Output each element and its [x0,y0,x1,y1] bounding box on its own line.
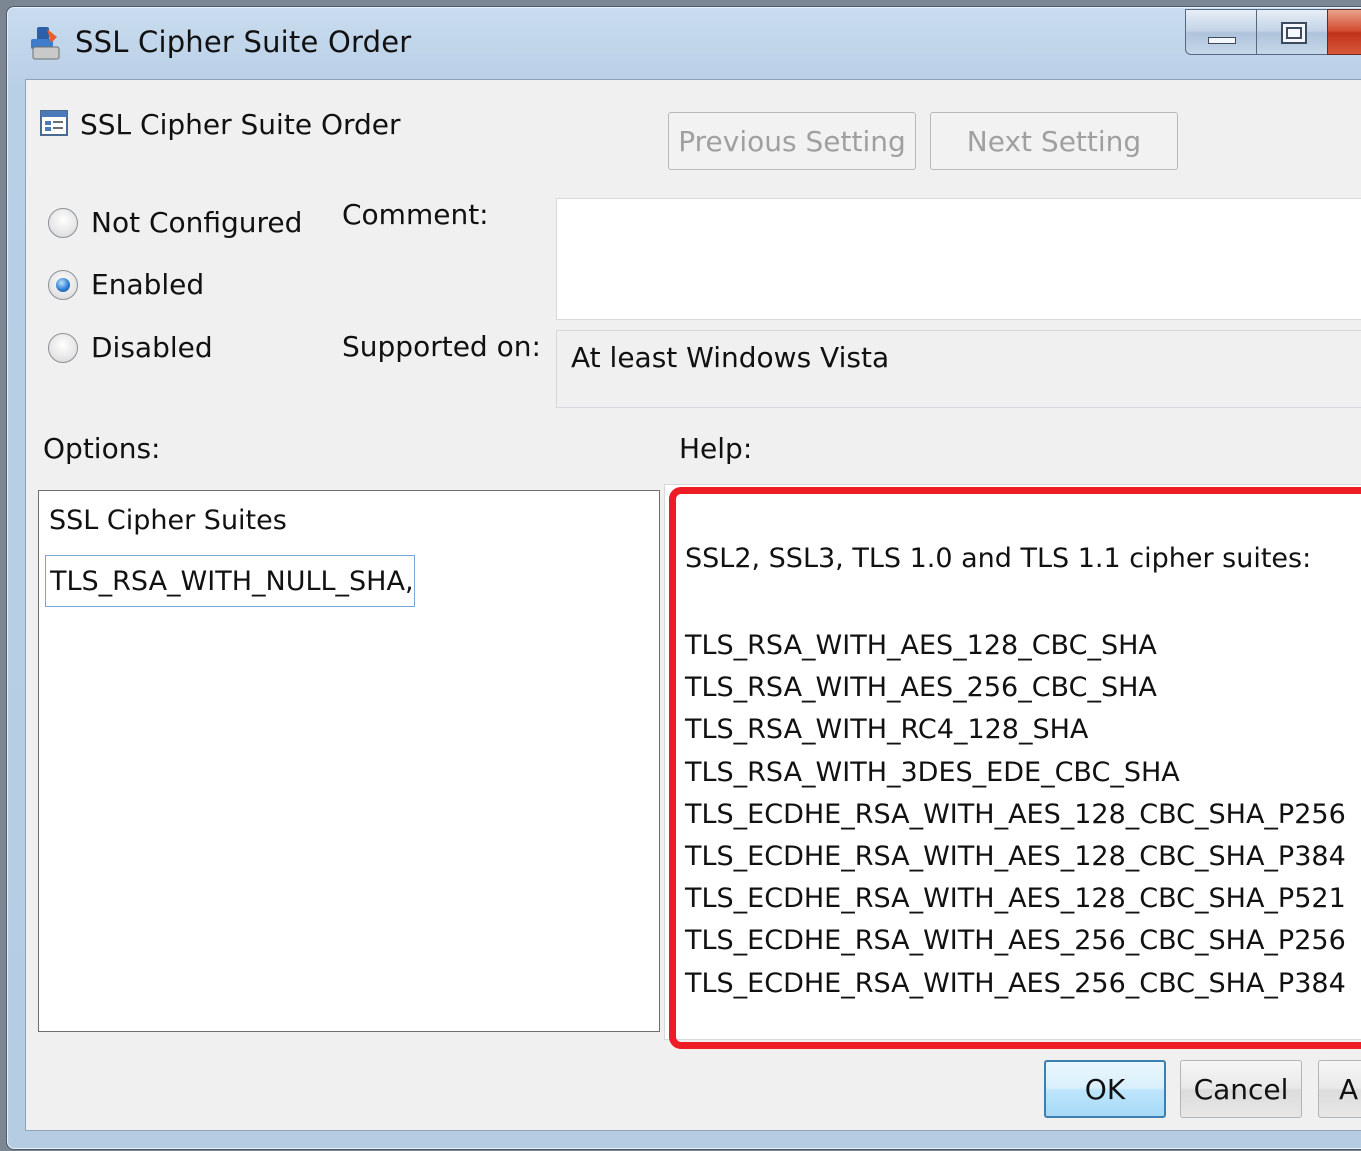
radio-label: Enabled [91,268,205,301]
previous-setting-button[interactable]: Previous Setting [668,112,916,170]
list-item: TLS_RSA_WITH_3DES_EDE_CBC_SHA [685,756,1180,788]
radio-button[interactable] [48,207,78,238]
policy-setting-icon [40,110,68,136]
radio-button[interactable] [48,269,78,300]
radio-enabled[interactable]: Enabled [48,268,204,301]
radio-label: Disabled [91,331,213,364]
dialog-window: SSL Cipher Suite Order SSL Cipher Suite … [6,6,1361,1150]
list-item: TLS_RSA_WITH_RC4_128_SHA [685,714,1089,746]
list-item: TLS_ECDHE_RSA_WITH_AES_128_CBC_SHA_P384 [685,841,1346,873]
radio-button[interactable] [48,332,78,363]
title-bar[interactable]: SSL Cipher Suite Order [7,7,1361,79]
setting-title: SSL Cipher Suite Order [80,108,401,141]
dialog-content: SSL Cipher Suite Order Previous Setting … [25,79,1361,1131]
radio-disabled[interactable]: Disabled [48,331,213,364]
supported-on-value: At least Windows Vista [571,341,890,374]
ok-button[interactable]: OK [1044,1060,1166,1118]
list-item: TLS_RSA_WITH_AES_256_CBC_SHA [685,672,1157,704]
close-button[interactable] [1327,9,1361,55]
ssl-cipher-suites-label: SSL Cipher Suites [49,505,287,536]
maximize-button[interactable] [1256,9,1328,55]
cipher-suite-list: TLS_RSA_WITH_AES_128_CBC_SHA TLS_RSA_WIT… [685,625,1346,1005]
radio-label: Not Configured [91,206,303,239]
supported-on-field: At least Windows Vista [556,330,1361,408]
comment-label: Comment: [342,198,489,231]
supported-on-label: Supported on: [342,330,541,363]
list-item: TLS_ECDHE_RSA_WITH_AES_128_CBC_SHA_P521 [685,883,1346,915]
cancel-button[interactable]: Cancel [1180,1060,1302,1118]
apply-button[interactable]: A [1318,1060,1361,1118]
list-item: TLS_ECDHE_RSA_WITH_AES_256_CBC_SHA_P256 [685,925,1346,957]
help-label: Help: [679,432,753,465]
policy-settings-icon [31,27,60,60]
window-title: SSL Cipher Suite Order [75,25,412,59]
ssl-cipher-suites-input[interactable] [45,555,415,607]
list-item: TLS_ECDHE_RSA_WITH_AES_128_CBC_SHA_P256 [685,798,1346,830]
next-setting-button[interactable]: Next Setting [930,112,1178,170]
help-intro: SSL2, SSL3, TLS 1.0 and TLS 1.1 cipher s… [685,543,1312,574]
help-panel: SSL2, SSL3, TLS 1.0 and TLS 1.1 cipher s… [664,484,1361,1040]
list-item: TLS_RSA_WITH_AES_128_CBC_SHA [685,630,1157,661]
radio-not-configured[interactable]: Not Configured [48,206,302,239]
minimize-button[interactable] [1185,9,1257,55]
maximize-icon [1281,22,1307,44]
minimize-icon [1208,37,1236,44]
comment-field[interactable] [556,198,1361,320]
options-panel: SSL Cipher Suites [38,490,660,1032]
list-item: TLS_ECDHE_RSA_WITH_AES_256_CBC_SHA_P384 [685,967,1346,999]
options-label: Options: [43,432,161,465]
